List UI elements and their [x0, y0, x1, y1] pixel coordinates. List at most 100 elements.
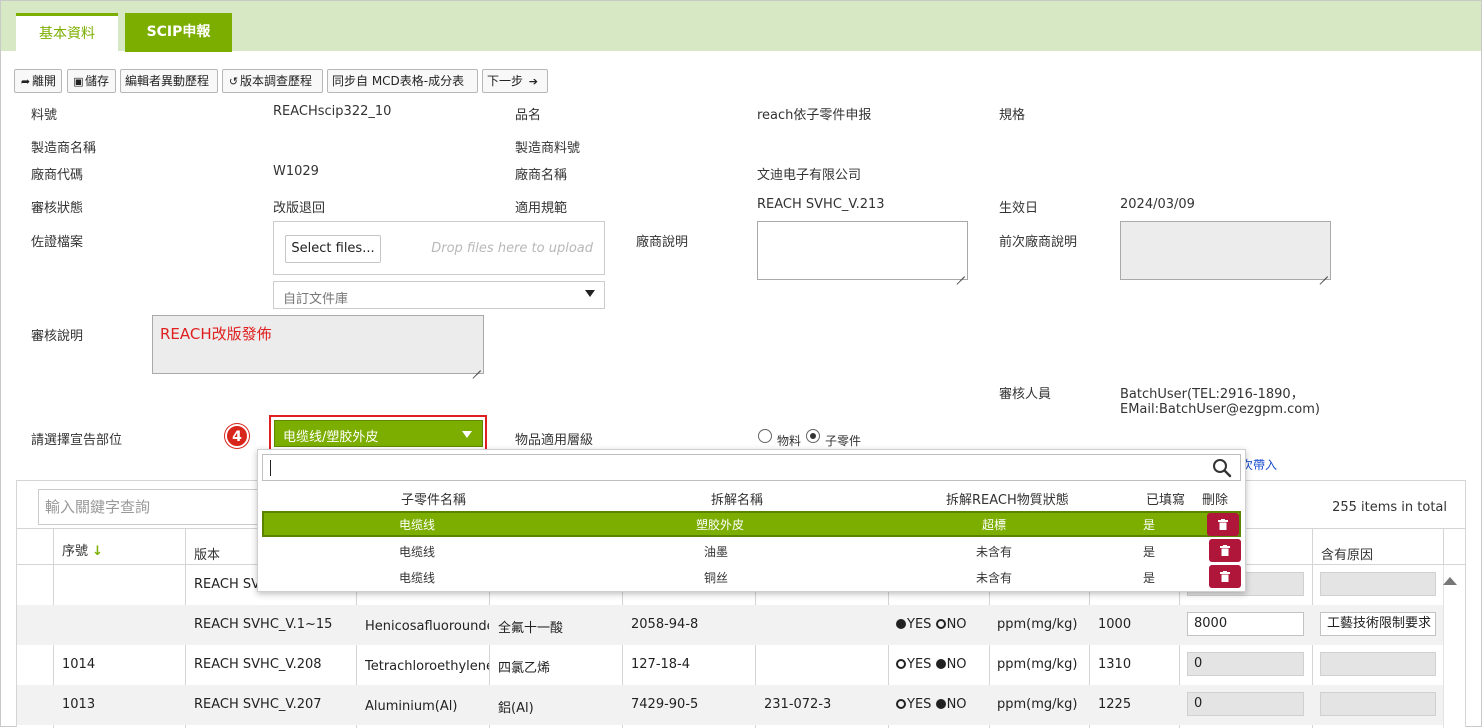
- cell-cas: 127-18-4: [631, 657, 691, 672]
- value-input: 0: [1187, 692, 1304, 716]
- yes-no-radio[interactable]: YES NO: [896, 697, 967, 712]
- header-version[interactable]: 版本: [194, 544, 220, 563]
- vendor-name-value: 文迪电子有限公司: [757, 168, 862, 183]
- cell-version: REACH SVHC_V.207: [194, 697, 322, 712]
- document-library-placeholder: 自訂文件庫: [283, 292, 349, 307]
- product-name-value: reach依子零件申报: [757, 108, 872, 123]
- review-note-textarea: REACH改版發佈: [152, 315, 484, 374]
- level-subpart-label: 子零件: [825, 434, 862, 448]
- search-icon[interactable]: [1212, 458, 1232, 478]
- popup-cell-breakdown: 塑胶外皮: [696, 518, 745, 532]
- popup-header-subpart: 子零件名稱: [401, 493, 467, 508]
- next-step-button[interactable]: 下一步 ➔: [482, 69, 548, 93]
- cell-substance-name: Henicosafluoroundec: [365, 619, 489, 634]
- vendor-code-value: W1029: [273, 164, 319, 179]
- reason-input[interactable]: 工藝技術限制要求: [1320, 612, 1436, 636]
- popup-header-delete: 刪除: [1202, 493, 1229, 508]
- trash-icon: [1220, 545, 1230, 556]
- table-row[interactable]: 1014 REACH SVHC_V.208 Tetrachloroethylen…: [17, 645, 1444, 685]
- reviewer-label: 審核人員: [999, 387, 1052, 402]
- cell-cas: 7429-90-5: [631, 697, 699, 712]
- scrollbar[interactable]: [1443, 565, 1465, 728]
- cell-unit: ppm(mg/kg): [997, 617, 1078, 632]
- file-upload-dropzone[interactable]: Select files... Drop files here to uploa…: [273, 221, 605, 275]
- header-seq[interactable]: 序號 ↓: [62, 540, 103, 559]
- version-history-button[interactable]: ↺ 版本調查歷程: [222, 69, 323, 93]
- resize-grip-icon: [472, 362, 481, 371]
- cell-version: REACH SVHC_V.1~15: [194, 617, 333, 632]
- popup-search-input[interactable]: [262, 454, 1241, 481]
- radio-yes[interactable]: [896, 699, 906, 709]
- reason-input: [1320, 652, 1436, 676]
- grid-search-input[interactable]: 輸入關鍵字查詢: [38, 489, 268, 525]
- popup-cell-subpart: 电缆线: [399, 545, 436, 559]
- resize-grip-icon[interactable]: [956, 268, 965, 277]
- prev-vendor-note-label: 前次廠商說明: [999, 235, 1078, 250]
- reason-input: [1320, 692, 1436, 716]
- leave-button[interactable]: ➦ 離開: [14, 69, 62, 93]
- vendor-code-label: 廠商代碼: [31, 168, 84, 183]
- cell-substance-cn: 四氯乙烯: [498, 661, 551, 676]
- popup-cell-filled: 是: [1143, 518, 1156, 532]
- popup-cell-status: 超標: [982, 518, 1007, 532]
- popup-row[interactable]: 电缆线 铜丝 未含有 是: [262, 564, 1241, 590]
- tab-scip[interactable]: SCIP申報: [125, 13, 232, 52]
- level-subpart-radio[interactable]: [806, 429, 820, 443]
- popup-row[interactable]: 电缆线 塑胶外皮 超標 是: [262, 511, 1241, 537]
- value-input[interactable]: 8000: [1187, 612, 1304, 636]
- cell-seq: 1014: [62, 657, 96, 672]
- yes-no-radio[interactable]: YES NO: [896, 657, 967, 672]
- yes-no-radio[interactable]: YES NO: [896, 617, 967, 632]
- save-button[interactable]: ▣儲存: [67, 69, 116, 93]
- scroll-up-arrow-icon[interactable]: [1443, 577, 1457, 585]
- radio-no[interactable]: [935, 619, 946, 629]
- spec-label: 規格: [999, 108, 1026, 123]
- review-status-label: 審核狀態: [31, 201, 84, 216]
- radio-yes[interactable]: [896, 619, 906, 629]
- effective-date-label: 生效日: [999, 201, 1039, 216]
- cell-substance-cn: 鋁(Al): [498, 701, 534, 716]
- reviewer-line1: BatchUser(TEL:2916-1890，: [1120, 387, 1304, 402]
- document-library-select[interactable]: 自訂文件庫: [273, 281, 605, 309]
- reason-input: [1320, 572, 1436, 596]
- popup-cell-breakdown: 油墨: [704, 545, 729, 559]
- mfr-name-label: 製造商名稱: [31, 141, 97, 156]
- editor-history-button[interactable]: 編輯者異動歷程: [120, 69, 218, 93]
- level-label: 物品適用層級: [515, 433, 594, 448]
- popup-cell-subpart: 电缆线: [399, 571, 436, 585]
- level-material-radio[interactable]: [758, 429, 772, 443]
- cell-limit: 1225: [1098, 697, 1132, 712]
- total-count: 255 items in total: [1332, 500, 1447, 515]
- popup-cell-breakdown: 铜丝: [704, 571, 729, 585]
- cell-cas: 2058-94-8: [631, 617, 699, 632]
- cell-unit: ppm(mg/kg): [997, 657, 1078, 672]
- trash-icon: [1218, 519, 1228, 530]
- table-row[interactable]: 1013 REACH SVHC_V.207 Aluminium(Al) 鋁(Al…: [17, 685, 1444, 725]
- cell-limit: 1310: [1098, 657, 1132, 672]
- part-no-value: REACHscip322_10: [273, 104, 392, 119]
- radio-no[interactable]: [935, 699, 946, 709]
- bring-in-link[interactable]: 次帶入: [1241, 456, 1277, 473]
- regulation-value: REACH SVHC_V.213: [757, 197, 885, 212]
- header-reason[interactable]: 含有原因: [1321, 544, 1373, 563]
- popup-header-status: 拆解REACH物質狀態: [946, 493, 1069, 508]
- step-badge: 4: [225, 424, 249, 448]
- radio-no[interactable]: [935, 659, 946, 669]
- select-files-button[interactable]: Select files...: [285, 235, 381, 263]
- table-row[interactable]: REACH SVHC_V.1~15 Henicosafluoroundec 全氟…: [17, 605, 1444, 645]
- cell-ec: 231-072-3: [764, 697, 832, 712]
- popup-cell-filled: 是: [1143, 571, 1156, 585]
- vendor-note-textarea[interactable]: [757, 221, 968, 280]
- delete-button[interactable]: [1209, 565, 1241, 588]
- tab-basic-info[interactable]: 基本資料: [16, 13, 118, 52]
- review-note-label: 審核說明: [31, 329, 84, 344]
- sync-mcd-button[interactable]: 同步自 MCD表格-成分表: [327, 69, 478, 93]
- regulation-label: 適用規範: [515, 201, 568, 216]
- cell-substance-cn: 全氟十一酸: [498, 621, 564, 636]
- tab-bar: 基本資料 SCIP申報: [1, 1, 1481, 52]
- delete-button[interactable]: [1207, 513, 1239, 536]
- delete-button[interactable]: [1209, 539, 1241, 562]
- popup-row[interactable]: 电缆线 油墨 未含有 是: [262, 538, 1241, 564]
- radio-yes[interactable]: [896, 659, 906, 669]
- declare-part-dropdown[interactable]: 电缆线/塑胶外皮: [274, 420, 483, 447]
